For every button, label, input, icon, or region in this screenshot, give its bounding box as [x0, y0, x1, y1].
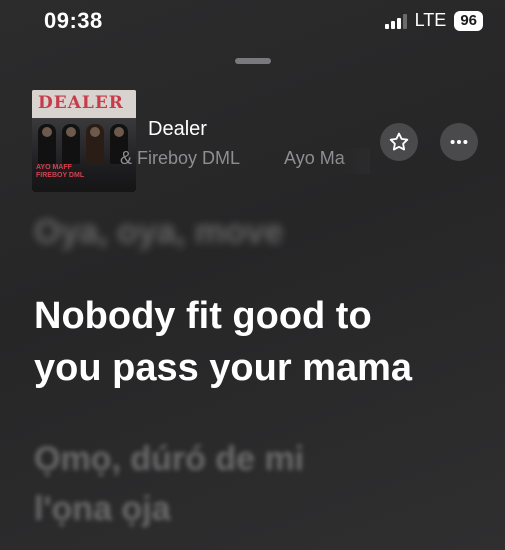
- status-indicators: LTE 96: [384, 10, 483, 31]
- album-figure: [62, 124, 80, 164]
- sheet-grabber-handle[interactable]: [234, 58, 271, 64]
- album-figure: [86, 124, 104, 164]
- battery-indicator: 96: [454, 10, 483, 31]
- album-artwork[interactable]: DEALER AYO MAFF FIREBOY DML: [32, 90, 136, 192]
- ellipsis-icon: [450, 139, 468, 145]
- track-artist: Ayo Ma: [284, 148, 345, 168]
- star-icon: [389, 132, 409, 151]
- lyric-line-next[interactable]: Ọmọ, dúró de mi l'ọna ọja: [34, 434, 304, 534]
- album-artwork-header: DEALER: [32, 90, 136, 118]
- favorite-button[interactable]: [380, 123, 418, 161]
- album-figure: [38, 124, 56, 164]
- status-time: 09:38: [44, 8, 103, 33]
- track-artists-marquee[interactable]: & Fireboy DML Ayo Ma: [120, 148, 370, 174]
- network-type: LTE: [414, 10, 447, 30]
- lyric-line-previous[interactable]: Oya, oya, move: [34, 206, 283, 258]
- lyric-line-current[interactable]: Nobody fit good to you pass your mama: [34, 290, 484, 394]
- lyrics-screen: 09:38 LTE 96 DEALER AYO MAFF FIREBOY DML: [0, 0, 505, 550]
- album-artists-text: AYO MAFF FIREBOY DML: [36, 164, 85, 179]
- track-title[interactable]: Dealer: [148, 118, 207, 141]
- track-artist: & Fireboy DML: [120, 148, 241, 168]
- cellular-signal-icon: [384, 13, 407, 29]
- more-options-button[interactable]: [440, 123, 478, 161]
- album-logo-text: DEALER: [38, 93, 124, 113]
